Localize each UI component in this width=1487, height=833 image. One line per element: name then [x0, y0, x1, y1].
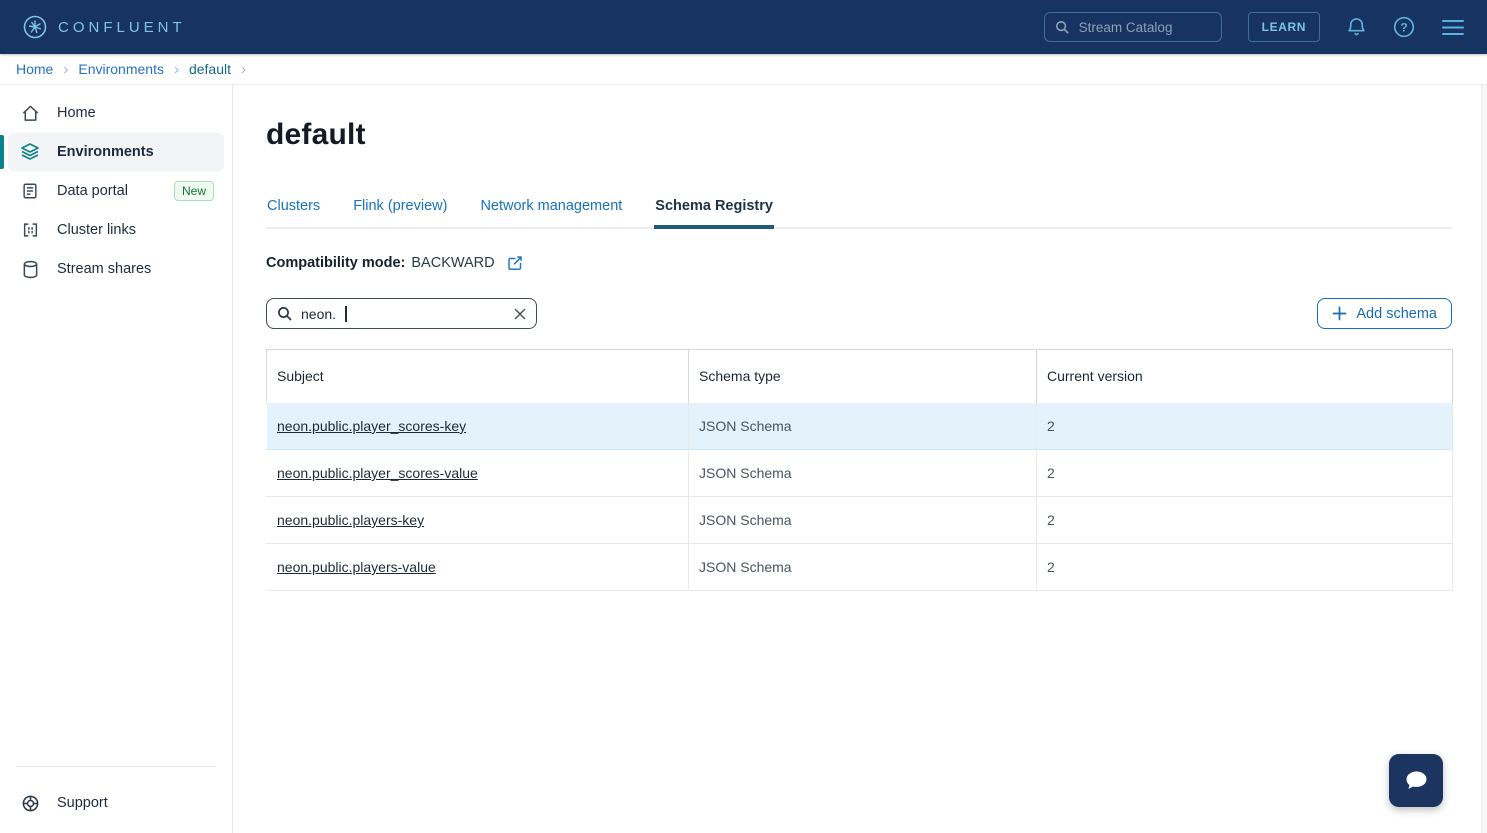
subject-link[interactable]: neon.public.players-key	[277, 512, 424, 528]
add-schema-button[interactable]: Add schema	[1317, 298, 1452, 329]
tab-bar: Clusters Flink (preview) Network managem…	[266, 198, 1452, 229]
layers-icon	[20, 142, 40, 162]
chevron-right-icon: ›	[63, 61, 68, 78]
stream-catalog-search[interactable]: Stream Catalog	[1044, 12, 1222, 42]
brand-name: CONFLUENT	[58, 19, 186, 36]
table-row: neon.public.players-key JSON Schema 2	[267, 497, 1453, 544]
table-row: neon.public.player_scores-key JSON Schem…	[267, 403, 1453, 450]
current-version-cell: 2	[1037, 497, 1453, 544]
chat-widget-button[interactable]	[1389, 754, 1443, 807]
sidebar-item-label: Support	[57, 795, 108, 811]
sidebar-item-environments[interactable]: Environments	[8, 133, 224, 171]
compatibility-mode-value: BACKWARD	[411, 255, 494, 271]
current-version-cell: 2	[1037, 403, 1453, 450]
tab-schema-registry[interactable]: Schema Registry	[654, 198, 774, 229]
notifications-button[interactable]	[1346, 16, 1367, 38]
table-row: neon.public.player_scores-value JSON Sch…	[267, 450, 1453, 497]
menu-icon	[1441, 18, 1465, 37]
sidebar-item-stream-shares[interactable]: Stream shares	[8, 250, 224, 288]
chat-bubble-icon	[1401, 767, 1431, 795]
subject-link[interactable]: neon.public.players-value	[277, 559, 436, 575]
search-icon	[277, 306, 293, 322]
current-version-cell: 2	[1037, 544, 1453, 591]
column-header-schema-type[interactable]: Schema type	[689, 350, 1037, 403]
current-version-cell: 2	[1037, 450, 1453, 497]
edit-compatibility-button[interactable]	[507, 255, 523, 271]
sidebar-item-label: Data portal	[57, 183, 128, 199]
learn-button[interactable]: LEARN	[1248, 12, 1320, 42]
main-content: default Clusters Flink (preview) Network…	[233, 85, 1487, 833]
page-title: default	[266, 118, 1452, 152]
breadcrumb-home[interactable]: Home	[16, 61, 53, 77]
search-icon	[1055, 20, 1070, 35]
plus-icon	[1332, 306, 1347, 321]
stream-catalog-placeholder: Stream Catalog	[1079, 20, 1173, 35]
tab-flink-preview[interactable]: Flink (preview)	[352, 198, 448, 229]
column-header-current-version[interactable]: Current version	[1037, 350, 1453, 403]
close-icon	[514, 308, 526, 320]
chevron-right-icon: ›	[174, 61, 179, 78]
sidebar-item-label: Home	[57, 105, 96, 121]
column-header-subject[interactable]: Subject	[267, 350, 689, 403]
breadcrumb-default[interactable]: default	[189, 61, 231, 77]
table-header-row: Subject Schema type Current version	[267, 350, 1453, 403]
compatibility-mode-label: Compatibility mode:	[266, 255, 405, 271]
clear-search-button[interactable]	[514, 308, 526, 320]
schema-toolbar: neon. Add schema	[266, 298, 1452, 329]
tab-clusters[interactable]: Clusters	[266, 198, 321, 229]
schema-type-cell: JSON Schema	[689, 497, 1037, 544]
database-icon	[20, 259, 40, 279]
sidebar: Home Environments Data portal New	[0, 85, 233, 833]
sidebar-item-data-portal[interactable]: Data portal New	[8, 172, 224, 210]
chevron-right-icon: ›	[241, 61, 246, 78]
confluent-logo-icon	[22, 14, 48, 40]
document-icon	[20, 181, 40, 201]
text-caret	[345, 306, 347, 322]
bell-icon	[1346, 16, 1367, 38]
table-row: neon.public.players-value JSON Schema 2	[267, 544, 1453, 591]
schema-type-cell: JSON Schema	[689, 544, 1037, 591]
edit-icon	[507, 255, 523, 271]
schema-type-cell: JSON Schema	[689, 403, 1037, 450]
schema-search-input[interactable]: neon.	[266, 298, 537, 329]
schemas-table: Subject Schema type Current version neon…	[266, 349, 1453, 591]
tab-network-management[interactable]: Network management	[479, 198, 623, 229]
lifebuoy-icon	[20, 793, 40, 813]
compatibility-mode-row: Compatibility mode: BACKWARD	[266, 255, 1452, 271]
new-badge: New	[174, 181, 214, 201]
main-menu-button[interactable]	[1441, 18, 1465, 37]
subject-link[interactable]: neon.public.player_scores-value	[277, 465, 478, 481]
subject-link[interactable]: neon.public.player_scores-key	[277, 418, 466, 434]
sidebar-item-support[interactable]: Support	[8, 784, 224, 822]
confluent-brand[interactable]: CONFLUENT	[22, 14, 186, 40]
help-button[interactable]: ?	[1393, 16, 1415, 38]
sidebar-item-label: Cluster links	[57, 222, 136, 238]
schema-search-value: neon.	[301, 306, 336, 322]
cluster-links-icon	[20, 220, 40, 240]
home-icon	[20, 103, 40, 123]
schema-type-cell: JSON Schema	[689, 450, 1037, 497]
scrollbar-track[interactable]	[1481, 85, 1487, 833]
add-schema-label: Add schema	[1356, 306, 1437, 322]
breadcrumb-environments[interactable]: Environments	[78, 61, 164, 77]
top-navigation-bar: CONFLUENT Stream Catalog LEARN	[0, 0, 1487, 54]
svg-text:?: ?	[1400, 20, 1407, 34]
breadcrumb: Home › Environments › default ›	[0, 54, 1487, 85]
sidebar-item-home[interactable]: Home	[8, 94, 224, 132]
sidebar-item-cluster-links[interactable]: Cluster links	[8, 211, 224, 249]
sidebar-divider	[16, 766, 216, 767]
sidebar-item-label: Environments	[57, 144, 154, 160]
help-icon: ?	[1393, 16, 1415, 38]
sidebar-item-label: Stream shares	[57, 261, 151, 277]
